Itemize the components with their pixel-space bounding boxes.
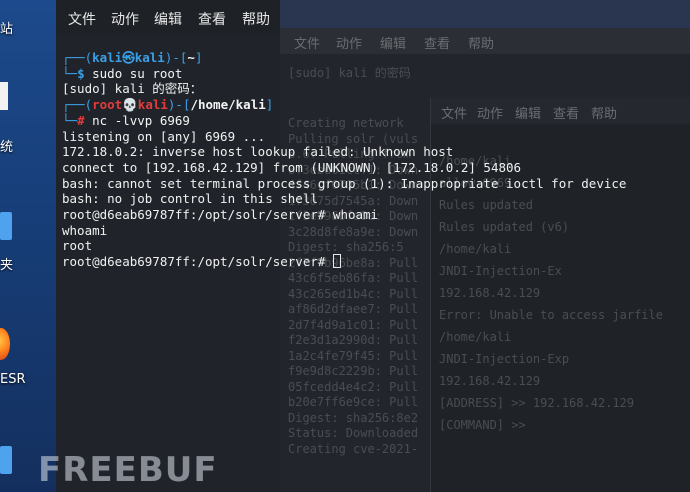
terminal-line: root@d6eab69787ff:/opt/solr/server# xyxy=(62,254,341,270)
terminal-line: root@d6eab69787ff:/opt/solr/server# whoa… xyxy=(62,207,378,223)
skull-icon: 💀 xyxy=(122,97,138,113)
terminal-line: bash: no job control in this shell xyxy=(62,191,318,207)
desktop-label-2: 统 xyxy=(0,140,14,155)
terminal-line: listening on [any] 6969 ... xyxy=(62,129,265,145)
output-text: root@d6eab69787ff:/opt/solr/server# xyxy=(62,254,333,270)
terminal-line: ┌──(root💀kali)-[/home/kali] xyxy=(62,97,274,113)
terminal-line: └─# nc -lvvp 6969 xyxy=(62,112,190,128)
output-text: root@d6eab69787ff:/opt/solr/server# whoa… xyxy=(62,207,379,222)
prompt-host: kali xyxy=(137,97,168,113)
terminal-line: └─$ sudo su root xyxy=(62,65,183,81)
terminal-line: bash: cannot set terminal process group … xyxy=(62,176,626,192)
prompt-path: ~ xyxy=(187,50,195,65)
terminal-cursor[interactable] xyxy=(332,254,341,269)
terminal-line: [sudo] kali 的密码： xyxy=(62,81,202,97)
output-text: listening on [any] 6969 ... xyxy=(62,128,266,144)
terminal-line: whoami xyxy=(62,223,107,239)
command-text: nc -lvvp 6969 xyxy=(92,112,190,128)
desktop-area: 站 统 夹 ESR xyxy=(0,0,56,492)
prompt-user: kali xyxy=(92,50,123,65)
desktop-label-4: ESR xyxy=(0,372,26,387)
menu-edit[interactable]: 编辑 xyxy=(154,9,182,29)
desktop-label-1: 站 xyxy=(0,22,14,37)
prompt-symbol: # xyxy=(77,112,85,128)
prompt-user: root xyxy=(92,97,123,113)
output-text: [sudo] kali 的密码： xyxy=(62,81,203,97)
terminal-line: 172.18.0.2: inverse host lookup failed: … xyxy=(62,144,453,160)
folder-icon-2[interactable] xyxy=(0,446,12,474)
skull-icon: ㉿ xyxy=(122,50,135,65)
foreground-menubar: 文件 动作 编辑 查看 帮助 xyxy=(56,0,280,36)
output-text: root xyxy=(62,238,93,254)
command-text: sudo su root xyxy=(92,65,183,81)
menu-view[interactable]: 查看 xyxy=(198,9,226,29)
terminal-line: root xyxy=(62,238,92,254)
output-text: connect to [192.168.42.129] from (UNKNOW… xyxy=(62,159,522,175)
menu-file[interactable]: 文件 xyxy=(68,9,96,29)
output-text: bash: no job control in this shell xyxy=(62,191,318,207)
prompt-host: kali xyxy=(134,50,165,65)
file-icon[interactable] xyxy=(0,82,8,110)
terminal-line: ┌──(kali㉿kali)-[~] xyxy=(62,50,203,65)
output-text: 172.18.0.2: inverse host lookup failed: … xyxy=(62,144,454,160)
desktop-label-3: 夹 xyxy=(0,258,14,273)
firefox-icon[interactable] xyxy=(0,328,10,360)
prompt-path: /home/kali xyxy=(190,97,266,113)
watermark-logo: FREEBUF xyxy=(38,450,218,490)
output-text: bash: cannot set terminal process group … xyxy=(62,175,627,191)
prompt-symbol: $ xyxy=(77,65,85,81)
menu-help[interactable]: 帮助 xyxy=(242,9,270,29)
terminal-output[interactable]: ┌──(kali㉿kali)-[~] └─$ sudo su root [sudo]… xyxy=(56,36,690,492)
menu-action[interactable]: 动作 xyxy=(111,9,139,29)
folder-icon[interactable] xyxy=(0,212,12,240)
terminal-line: connect to [192.168.42.129] from (UNKNOW… xyxy=(62,160,521,176)
output-text: whoami xyxy=(62,222,108,238)
